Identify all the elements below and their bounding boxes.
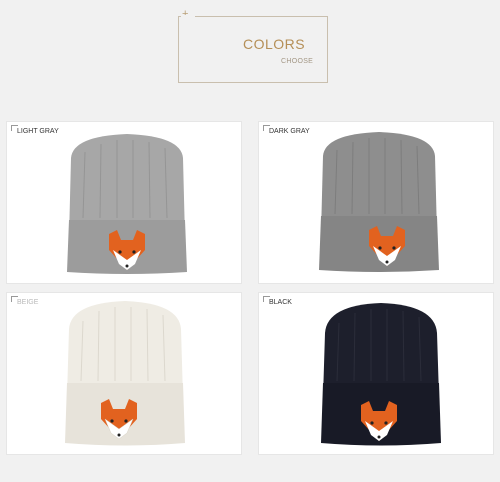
beanie-image: [67, 134, 187, 274]
variant-card-light-gray[interactable]: LIGHT GRAY: [6, 121, 242, 284]
variant-card-beige[interactable]: BEIGE: [6, 292, 242, 455]
beanie-image: [321, 303, 441, 446]
page-subtitle: CHOOSE: [281, 58, 314, 65]
beanie-image: [319, 132, 439, 272]
variant-card-dark-gray[interactable]: DARK GRAY: [258, 121, 494, 284]
page-title: COLORS: [243, 36, 306, 52]
beanie-image: [65, 301, 185, 446]
variant-card-black[interactable]: BLACK: [258, 292, 494, 455]
